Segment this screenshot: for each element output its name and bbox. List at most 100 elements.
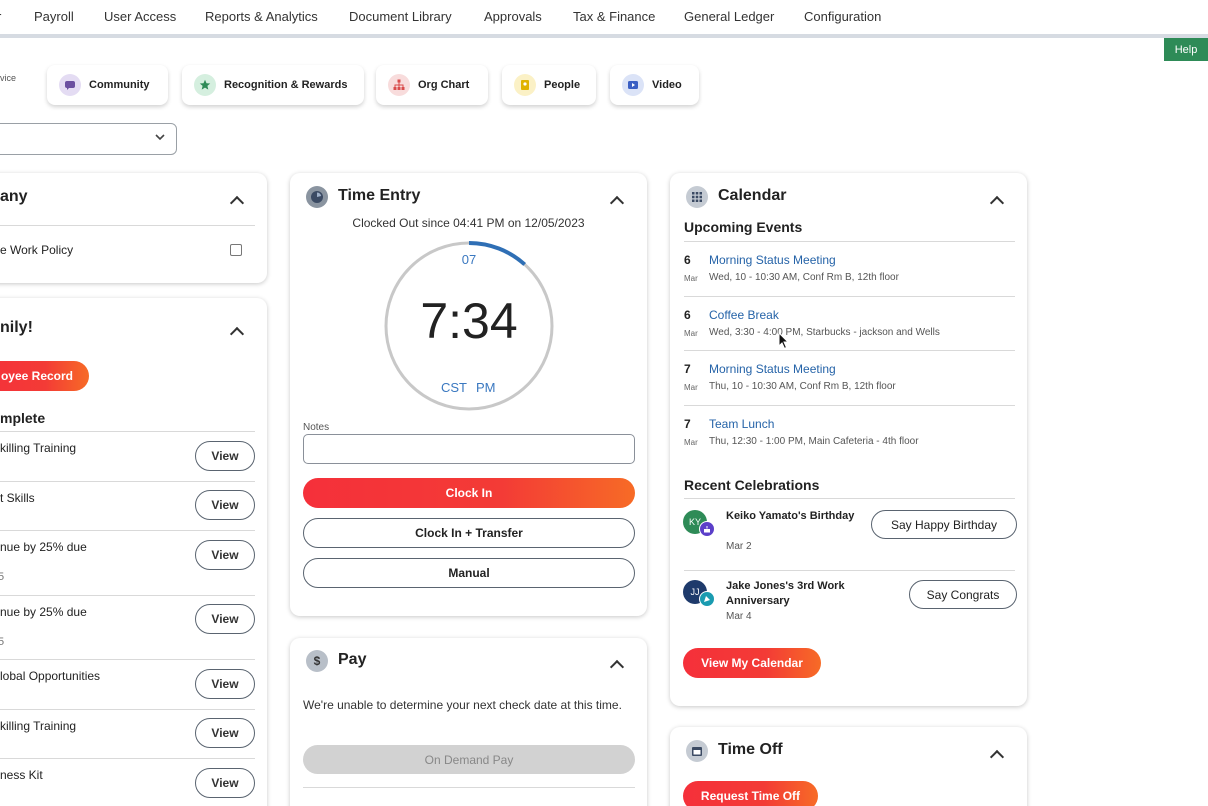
collapse-icon[interactable] <box>989 749 1005 765</box>
nav-item-tax-finance[interactable]: Tax & Finance <box>573 9 655 24</box>
divider <box>303 787 635 788</box>
divider <box>0 431 255 432</box>
clock-in-button[interactable]: Clock In <box>303 478 635 508</box>
event-title-link[interactable]: Morning Status Meeting <box>709 253 836 267</box>
view-button[interactable]: View <box>195 604 255 634</box>
view-button[interactable]: View <box>195 669 255 699</box>
event-day: 6 <box>684 308 691 322</box>
service-label: vice <box>0 73 17 83</box>
event-title-link[interactable]: Team Lunch <box>709 417 774 431</box>
time-off-title: Time Off <box>718 741 783 758</box>
nav-item-configuration[interactable]: Configuration <box>804 9 881 24</box>
task-label: ness Kit <box>0 768 43 782</box>
view-button[interactable]: View <box>195 718 255 748</box>
tile-label: People <box>544 79 581 91</box>
say-congrats-button[interactable]: Say Congrats <box>909 580 1017 609</box>
nav-item-payroll[interactable]: Payroll <box>34 9 74 24</box>
view-button[interactable]: View <box>195 540 255 570</box>
video-icon <box>622 74 644 96</box>
tile-label: Org Chart <box>418 79 470 91</box>
clock-ampm: PM <box>476 380 496 395</box>
celebration-name: Jake Jones's 3rd Work Anniversary <box>726 580 845 607</box>
help-button[interactable]: Help <box>1164 38 1208 61</box>
clock-icon <box>306 186 328 208</box>
divider <box>0 530 255 531</box>
divider <box>0 659 255 660</box>
nav-item-user-access[interactable]: User Access <box>104 9 176 24</box>
nav-item-approvals[interactable]: Approvals <box>484 9 542 24</box>
task-label: killing Training <box>0 719 77 733</box>
clock-in-transfer-button[interactable]: Clock In + Transfer <box>303 518 635 548</box>
tile-community[interactable]: Community <box>47 65 168 105</box>
task-label: nue by 25% due <box>0 540 87 554</box>
collapse-icon[interactable] <box>609 659 625 675</box>
event-title-link[interactable]: Coffee Break <box>709 308 779 322</box>
view-button[interactable]: View <box>195 768 255 798</box>
notes-label: Notes <box>303 422 330 433</box>
divider <box>0 595 255 596</box>
mouse-cursor-icon <box>778 332 790 350</box>
view-my-calendar-button[interactable]: View My Calendar <box>683 648 821 678</box>
upcoming-events-heading: Upcoming Events <box>684 219 803 235</box>
task-label: killing Training <box>0 441 77 455</box>
collapse-icon[interactable] <box>229 326 245 342</box>
family-card-title: nily! <box>0 319 33 336</box>
manual-button[interactable]: Manual <box>303 558 635 588</box>
divider <box>684 296 1015 297</box>
celebration-date: Mar 4 <box>726 611 752 622</box>
divider <box>0 225 255 226</box>
pay-message: We're unable to determine your next chec… <box>303 698 622 712</box>
collapse-icon[interactable] <box>229 195 245 211</box>
say-happy-birthday-button[interactable]: Say Happy Birthday <box>871 510 1017 539</box>
company-select[interactable] <box>0 123 177 155</box>
org-chart-icon <box>388 74 410 96</box>
on-demand-pay-button[interactable]: On Demand Pay <box>303 745 635 774</box>
nav-item-cut[interactable]: r <box>0 9 1 24</box>
pay-title: Pay <box>338 651 367 668</box>
clock-timezone: CST <box>441 380 467 395</box>
party-icon <box>699 591 715 607</box>
view-button[interactable]: View <box>195 490 255 520</box>
event-details: Wed, 10 - 10:30 AM, Conf Rm B, 12th floo… <box>709 272 899 283</box>
policy-checkbox[interactable] <box>230 244 242 256</box>
collapse-icon[interactable] <box>989 195 1005 211</box>
divider <box>684 498 1015 499</box>
tile-recognition-rewards[interactable]: Recognition & Rewards <box>182 65 364 105</box>
community-icon <box>59 74 81 96</box>
task-sub: 5 <box>0 571 5 583</box>
event-day: 6 <box>684 253 691 267</box>
divider <box>684 405 1015 406</box>
tile-label: Recognition & Rewards <box>224 79 348 91</box>
divider <box>684 241 1015 242</box>
divider <box>0 481 255 482</box>
policy-item: e Work Policy <box>0 243 74 257</box>
notes-input[interactable] <box>303 434 635 464</box>
dollar-icon: $ <box>306 650 328 672</box>
tile-org-chart[interactable]: Org Chart <box>376 65 488 105</box>
cake-icon <box>699 521 715 537</box>
nav-item-general-ledger[interactable]: General Ledger <box>684 9 774 24</box>
company-card <box>0 173 267 283</box>
view-button[interactable]: View <box>195 441 255 471</box>
tile-label: Video <box>652 79 682 91</box>
celebration-name: Keiko Yamato's Birthday <box>726 510 855 522</box>
event-title-link[interactable]: Morning Status Meeting <box>709 362 836 376</box>
task-label: t Skills <box>0 491 35 505</box>
tile-people[interactable]: People <box>502 65 596 105</box>
nav-item-document-library[interactable]: Document Library <box>349 9 452 24</box>
task-label: lobal Opportunities <box>0 669 101 683</box>
task-sub: 5 <box>0 636 5 648</box>
star-icon <box>194 74 216 96</box>
tile-video[interactable]: Video <box>610 65 699 105</box>
calendar-day-icon <box>686 740 708 762</box>
clock-status: Clocked Out since 04:41 PM on 12/05/2023 <box>352 216 585 230</box>
task-label: nue by 25% due <box>0 605 87 619</box>
employee-record-button[interactable]: oyee Record <box>0 361 89 391</box>
calendar-title: Calendar <box>718 187 787 204</box>
top-navigation: r Payroll User Access Reports & Analytic… <box>0 0 1208 38</box>
to-complete-heading: mplete <box>0 410 46 426</box>
nav-item-reports-analytics[interactable]: Reports & Analytics <box>205 9 318 24</box>
request-time-off-button[interactable]: Request Time Off <box>683 781 818 806</box>
event-day: 7 <box>684 417 691 431</box>
collapse-icon[interactable] <box>609 195 625 211</box>
